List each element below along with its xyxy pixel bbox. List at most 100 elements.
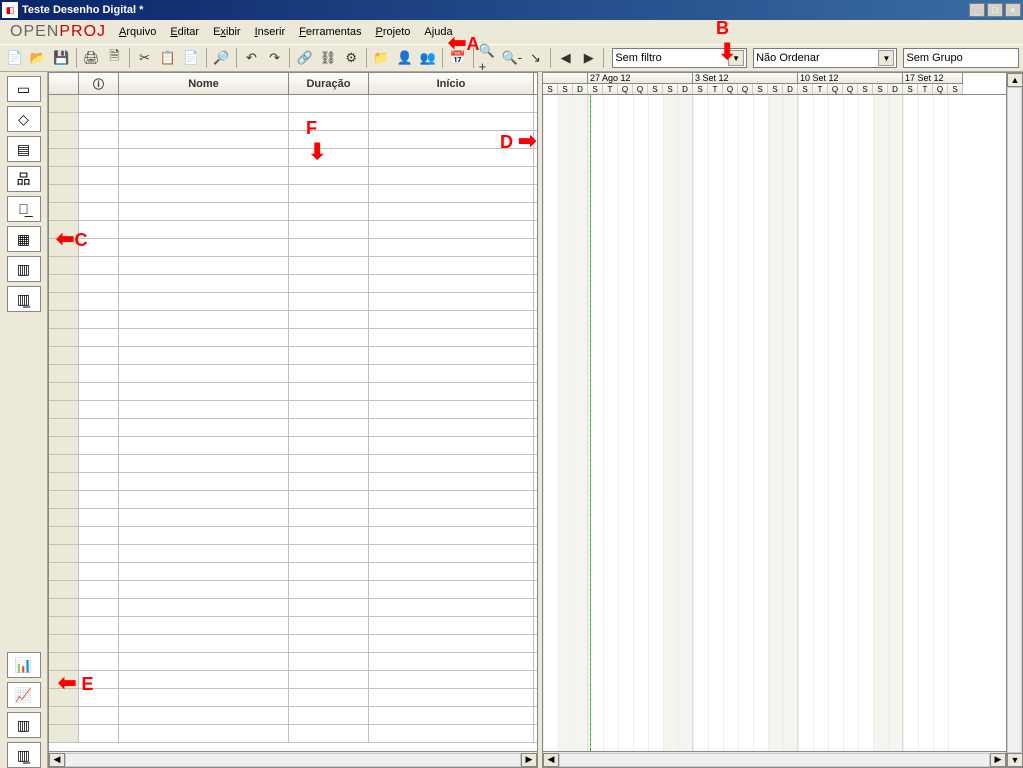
table-row[interactable] [49, 239, 537, 257]
sort-combo[interactable]: Não Ordenar ▼ [753, 48, 897, 68]
scroll-track[interactable] [1007, 87, 1022, 753]
network-view-icon[interactable]: ◇ [7, 106, 41, 132]
table-row[interactable] [49, 635, 537, 653]
menu-ferramentas[interactable]: Ferramentas [292, 24, 368, 40]
menu-ajuda[interactable]: Ajuda [417, 24, 459, 40]
table-row[interactable] [49, 653, 537, 671]
table-row[interactable] [49, 599, 537, 617]
col-duracao[interactable]: Duração [289, 73, 369, 94]
chevron-down-icon[interactable]: ▼ [728, 50, 744, 66]
print-preview-icon[interactable]: 🗎 [104, 47, 125, 69]
rbs-view-icon[interactable]: 品̲ [7, 196, 41, 222]
charts-icon[interactable]: 📈 [7, 682, 41, 708]
network-icon[interactable]: ⚙ [341, 47, 362, 69]
close-button[interactable]: × [1005, 3, 1021, 17]
resource-usage-detail-icon[interactable]: ▥̲ [7, 742, 41, 768]
gantt-vscroll[interactable]: ▲ ▼ [1006, 73, 1022, 767]
copy-icon[interactable]: 📋 [157, 47, 178, 69]
gantt-hscroll[interactable]: ◀ ▶ [543, 751, 1006, 767]
table-row[interactable] [49, 707, 537, 725]
redo-icon[interactable]: ↷ [264, 47, 285, 69]
scroll-left-icon[interactable]: ◀ [543, 753, 559, 767]
table-row[interactable] [49, 401, 537, 419]
unlink-icon[interactable]: ⛓ [317, 47, 338, 69]
table-row[interactable] [49, 491, 537, 509]
table-row[interactable] [49, 131, 537, 149]
table-row[interactable] [49, 419, 537, 437]
prev-icon[interactable]: ◀ [555, 47, 576, 69]
filter-combo[interactable]: Sem filtro ▼ [612, 48, 747, 68]
maximize-button[interactable]: □ [987, 3, 1003, 17]
next-icon[interactable]: ▶ [578, 47, 599, 69]
table-row[interactable] [49, 149, 537, 167]
scroll-left-icon[interactable]: ◀ [49, 753, 65, 767]
open-icon[interactable]: 📂 [27, 47, 48, 69]
new-icon[interactable]: 📄 [4, 47, 25, 69]
zoom-in-icon[interactable]: 🔍+ [478, 47, 499, 69]
task-usage-icon[interactable]: ▥ [7, 256, 41, 282]
table-row[interactable] [49, 437, 537, 455]
resource-icon[interactable]: 👤 [394, 47, 415, 69]
table-row[interactable] [49, 203, 537, 221]
resources-view-icon[interactable]: ▤ [7, 136, 41, 162]
table-row[interactable] [49, 383, 537, 401]
table-row[interactable] [49, 365, 537, 383]
table-row[interactable] [49, 563, 537, 581]
table-row[interactable] [49, 95, 537, 113]
undo-icon[interactable]: ↶ [241, 47, 262, 69]
table-row[interactable] [49, 581, 537, 599]
table-row[interactable] [49, 293, 537, 311]
save-icon[interactable]: 💾 [50, 47, 71, 69]
scroll-track[interactable] [65, 753, 521, 767]
resource-usage-icon[interactable]: ▥̲ [7, 286, 41, 312]
goto-icon[interactable]: ↘ [525, 47, 546, 69]
menu-inserir[interactable]: Inserir [248, 24, 293, 40]
table-row[interactable] [49, 545, 537, 563]
table-row[interactable] [49, 311, 537, 329]
scroll-down-icon[interactable]: ▼ [1007, 753, 1023, 767]
table-row[interactable] [49, 185, 537, 203]
chevron-down-icon[interactable]: ▼ [878, 50, 894, 66]
col-inicio[interactable]: Início [369, 73, 534, 94]
menu-arquivo[interactable]: Arquivo [112, 24, 163, 40]
table-row[interactable] [49, 113, 537, 131]
table-row[interactable] [49, 347, 537, 365]
table-row[interactable] [49, 167, 537, 185]
menu-exibir[interactable]: Exibir [206, 24, 248, 40]
zoom-out-icon[interactable]: 🔍- [501, 47, 523, 69]
histogram-icon[interactable]: 📊 [7, 652, 41, 678]
table-body[interactable] [49, 95, 537, 751]
table-row[interactable] [49, 329, 537, 347]
link-icon[interactable]: 🔗 [294, 47, 315, 69]
col-nome[interactable]: Nome [119, 73, 289, 94]
table-row[interactable] [49, 527, 537, 545]
table-row[interactable] [49, 473, 537, 491]
gantt-body[interactable] [543, 95, 1006, 751]
scroll-up-icon[interactable]: ▲ [1007, 73, 1023, 87]
menu-projeto[interactable]: Projeto [369, 24, 418, 40]
table-row[interactable] [49, 455, 537, 473]
print-icon[interactable]: 🖨 [81, 47, 102, 69]
table-row[interactable] [49, 509, 537, 527]
col-rownum[interactable] [49, 73, 79, 94]
table-row[interactable] [49, 617, 537, 635]
scroll-right-icon[interactable]: ▶ [990, 753, 1006, 767]
folder-icon[interactable]: 📁 [371, 47, 392, 69]
group-combo[interactable]: Sem Grupo [903, 48, 1019, 68]
cut-icon[interactable]: ✂ [134, 47, 155, 69]
table-hscroll[interactable]: ◀ ▶ [49, 751, 537, 767]
wbs-view-icon[interactable]: 品 [7, 166, 41, 192]
find-icon[interactable]: 🔎 [211, 47, 232, 69]
task-usage-detail-icon[interactable]: ▥ [7, 712, 41, 738]
menu-editar[interactable]: Editar [163, 24, 206, 40]
table-row[interactable] [49, 275, 537, 293]
scroll-right-icon[interactable]: ▶ [521, 753, 537, 767]
table-row[interactable] [49, 689, 537, 707]
scroll-track[interactable] [559, 753, 990, 767]
gantt-view-icon[interactable]: ▭ [7, 76, 41, 102]
table-row[interactable] [49, 221, 537, 239]
calendar-icon[interactable]: 📅 [447, 47, 468, 69]
table-row[interactable] [49, 257, 537, 275]
minimize-button[interactable]: _ [969, 3, 985, 17]
table-row[interactable] [49, 725, 537, 743]
